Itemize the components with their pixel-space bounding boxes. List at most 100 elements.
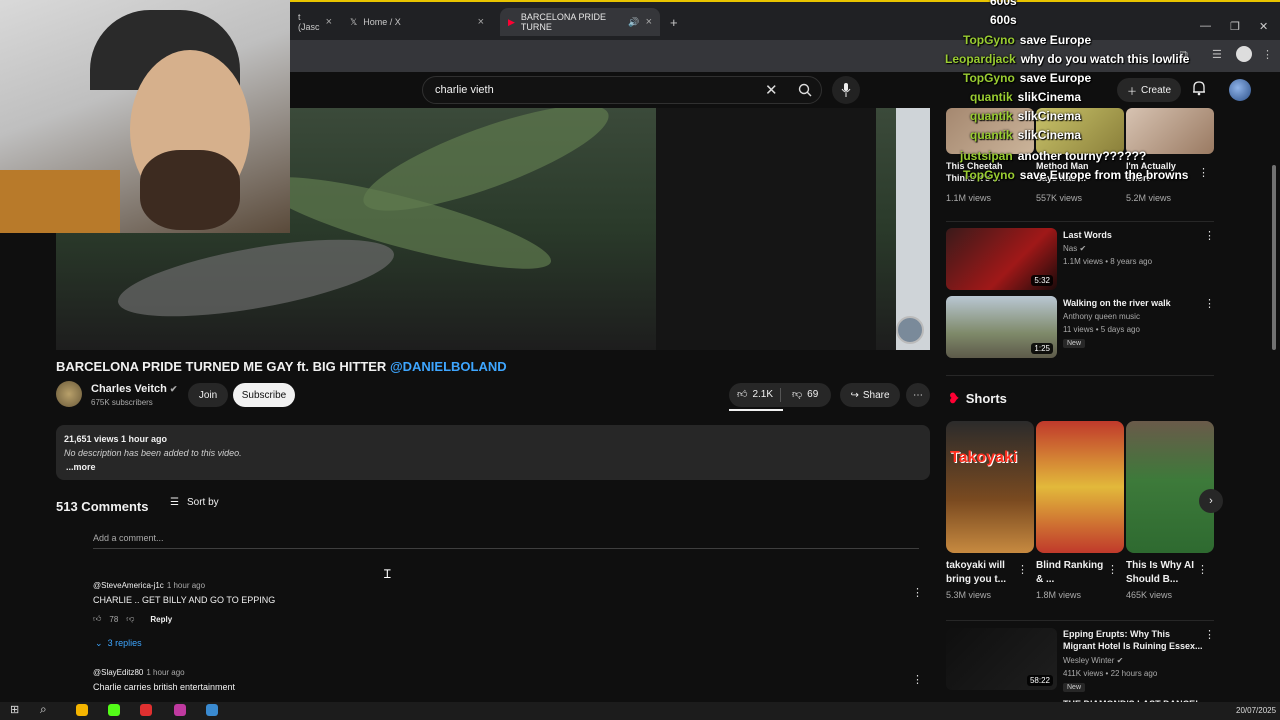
video-thumbnail[interactable]: 58:22: [946, 628, 1057, 690]
short-thumbnail[interactable]: [1126, 421, 1214, 553]
search-input[interactable]: charlie vieth: [435, 84, 494, 96]
video-title[interactable]: Last Words: [1063, 229, 1193, 241]
os-taskbar: [0, 702, 1280, 720]
channel-name[interactable]: Nas ✔: [1063, 243, 1086, 255]
shorts-header: ❥ Shorts: [948, 390, 1007, 407]
tab-label: t (Jasc: [298, 12, 320, 32]
more-vert-icon[interactable]: ⋮: [1204, 297, 1215, 310]
browser-tab[interactable]: t (Jasc ×: [290, 8, 340, 36]
title-mention-link[interactable]: @DANIELBOLAND: [390, 359, 507, 374]
more-horiz-icon: ⋯: [913, 389, 923, 401]
show-more-link[interactable]: ...more: [66, 462, 96, 472]
channel-name[interactable]: Charles Veitch ✔: [91, 383, 177, 395]
text-cursor-icon: Ɪ: [384, 567, 391, 581]
join-button[interactable]: Join: [188, 383, 228, 407]
channel-watermark[interactable]: [896, 316, 924, 344]
new-tab-button[interactable]: +: [662, 8, 682, 36]
channel-name[interactable]: Wesley Winter ✔: [1063, 655, 1123, 667]
close-icon[interactable]: ×: [326, 16, 332, 28]
video-title[interactable]: Walking on the river walk: [1063, 297, 1193, 309]
scrollbar-thumb[interactable]: [1272, 165, 1276, 350]
like-button[interactable]: 👍︎ 2.1K: [737, 388, 773, 401]
create-button[interactable]: ＋ Create: [1117, 78, 1181, 102]
app-icon[interactable]: [140, 704, 152, 716]
short-title[interactable]: Blind Ranking & ...: [1036, 559, 1106, 587]
channel-avatar[interactable]: [56, 381, 82, 407]
reply-button[interactable]: Reply: [150, 615, 172, 624]
comment-author[interactable]: @SlayEditz80 1 hour ago: [93, 668, 185, 677]
plus-icon: ＋: [1126, 86, 1137, 98]
author-handle[interactable]: @SlayEditz80: [93, 668, 143, 677]
more-vert-icon[interactable]: ⋮: [1204, 628, 1215, 641]
comment-time[interactable]: 1 hour ago: [146, 668, 184, 677]
add-comment-input[interactable]: Add a comment...: [93, 533, 164, 543]
short-thumbnail[interactable]: Takoyaki: [946, 421, 1034, 553]
thumbs-up-icon[interactable]: 👍︎: [93, 614, 101, 624]
more-actions-button[interactable]: ⋯: [906, 383, 930, 407]
search-box[interactable]: charlie vieth ✕: [422, 76, 822, 104]
comment-menu-icon[interactable]: ⋮: [912, 673, 923, 686]
search-button[interactable]: [789, 77, 821, 103]
short-title[interactable]: This Is Why AI Should B...: [1126, 559, 1196, 587]
video-views: 1.1M views: [946, 193, 992, 203]
short-title[interactable]: takoyaki will bring you t...: [946, 559, 1016, 587]
shorts-next-button[interactable]: ›: [1199, 489, 1223, 513]
chrome-icon[interactable]: [76, 704, 88, 716]
more-vert-icon[interactable]: ⋮: [1107, 563, 1118, 576]
short-thumb-text: Takoyaki: [950, 449, 1018, 466]
more-vert-icon[interactable]: ⋮: [1204, 229, 1215, 242]
verified-icon: ✔: [1079, 244, 1087, 253]
short-thumbnail[interactable]: [1036, 421, 1124, 553]
close-window-icon[interactable]: ✕: [1259, 20, 1268, 33]
clear-search-icon[interactable]: ✕: [765, 81, 778, 99]
title-text: BARCELONA PRIDE TURNED ME GAY ft. BIG HI…: [56, 359, 387, 374]
channel-name[interactable]: Anthony queen music: [1063, 311, 1140, 323]
description-text: No description has been added to this vi…: [64, 448, 242, 458]
divider: [946, 620, 1214, 621]
comment-menu-icon[interactable]: ⋮: [912, 586, 923, 599]
chat-message: TopGyno save Europe: [963, 71, 1092, 85]
more-vert-icon[interactable]: ⋮: [1017, 563, 1028, 576]
menu-icon[interactable]: ☰: [1212, 48, 1222, 61]
windows-start-icon[interactable]: ⊞: [10, 703, 19, 716]
author-handle[interactable]: @SteveAmerica-j1c: [93, 581, 164, 590]
steam-icon[interactable]: [206, 704, 218, 716]
dislike-button[interactable]: 👎︎ 69: [792, 388, 818, 401]
browser-tab-active[interactable]: ▶ BARCELONA PRIDE TURNE 🔊 ×: [500, 8, 660, 36]
tab-label: BARCELONA PRIDE TURNE: [520, 12, 606, 32]
short-views: 465K views: [1126, 590, 1173, 600]
view-replies-button[interactable]: ⌄ 3 replies: [95, 638, 142, 649]
taskbar-date: 20/07/2025: [1236, 706, 1277, 715]
divider: [780, 388, 781, 402]
more-vert-icon[interactable]: ⋮: [1197, 563, 1208, 576]
notifications-button[interactable]: [1192, 80, 1206, 101]
close-icon[interactable]: ×: [478, 16, 484, 28]
comment-author[interactable]: @SteveAmerica-j1c 1 hour ago: [93, 581, 205, 590]
subscribe-button[interactable]: Subscribe: [233, 383, 295, 407]
youtube-logo-icon: ▶: [508, 16, 515, 27]
video-thumbnail[interactable]: 5:32: [946, 228, 1057, 290]
close-icon[interactable]: ×: [646, 16, 652, 28]
voice-search-button[interactable]: [832, 76, 860, 104]
restore-icon[interactable]: ❐: [1230, 20, 1240, 33]
account-avatar[interactable]: [1229, 79, 1251, 101]
search-icon[interactable]: ⌕: [40, 702, 47, 717]
channel-name-text: Charles Veitch: [91, 383, 167, 395]
create-label: Create: [1140, 84, 1171, 96]
video-title[interactable]: Epping Erupts: Why This Migrant Hotel Is…: [1063, 628, 1203, 652]
more-vert-icon[interactable]: ⋮: [1198, 166, 1209, 179]
profile-icon[interactable]: [1236, 46, 1252, 62]
comment-time[interactable]: 1 hour ago: [167, 581, 205, 590]
speaker-icon[interactable]: 🔊: [628, 17, 639, 28]
kick-icon[interactable]: [108, 704, 120, 716]
more-vert-icon[interactable]: ⋮: [1262, 48, 1273, 61]
video-thumbnail[interactable]: [1126, 108, 1214, 154]
sort-by-button[interactable]: ☰ Sort by: [170, 497, 219, 508]
thumbs-down-icon[interactable]: 👎︎: [126, 614, 134, 624]
share-button[interactable]: ↪ Share: [840, 383, 900, 407]
video-meta: 1.1M views • 8 years ago: [1063, 257, 1153, 266]
app-icon[interactable]: [174, 704, 186, 716]
browser-tab[interactable]: 𝕏 Home / X ×: [342, 8, 492, 36]
video-thumbnail[interactable]: 1:25: [946, 296, 1057, 358]
minimize-icon[interactable]: —: [1200, 20, 1211, 32]
